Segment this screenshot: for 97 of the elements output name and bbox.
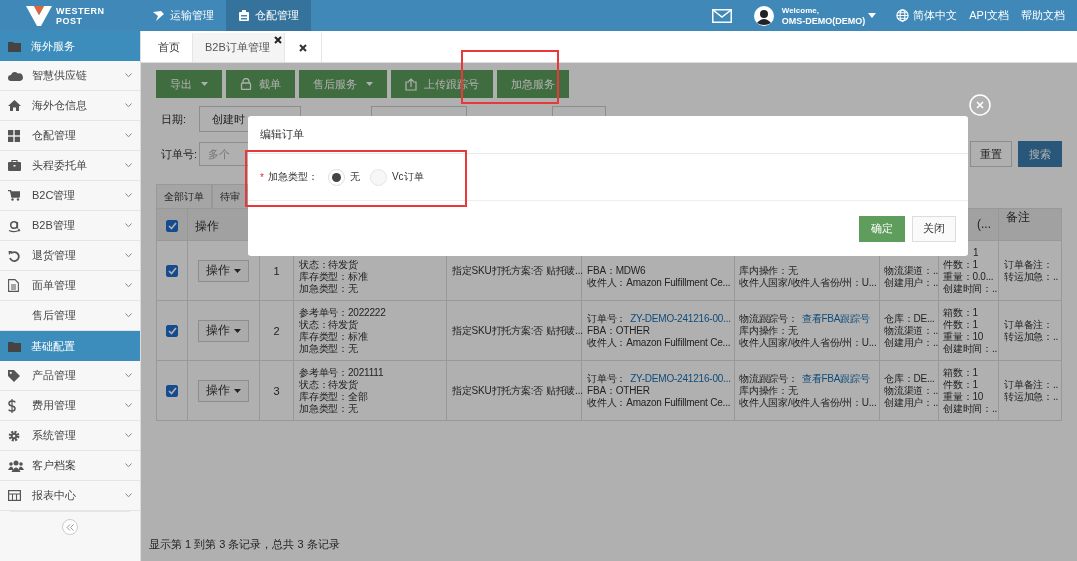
cell-label: 订单号：: [587, 373, 627, 384]
cell-text: 收件人国家/收件人省份/州：U...: [739, 337, 877, 348]
sidebar-item-label: 面单管理: [32, 278, 77, 293]
sidebar-item-label: 系统管理: [32, 428, 77, 443]
cell-text: 创建用户：..: [884, 277, 939, 288]
cell-label: 重量：: [943, 271, 973, 282]
sidebar-item-label: 报表中心: [32, 488, 77, 503]
cell-value: 0.0...: [972, 271, 994, 282]
logo-text: WESTERN: [56, 5, 105, 16]
sidebar-item-label: 售后管理: [32, 308, 77, 323]
cell-text: 库存类型：标准: [299, 331, 368, 342]
row-number: 1: [273, 264, 280, 277]
cell-value: ..: [992, 283, 998, 294]
cell-text: 收件人：Amazon Fulfillment Ce...: [587, 397, 731, 408]
sidebar-item-label: 智慧供应链: [32, 68, 88, 83]
cell-label: 件数：: [943, 319, 973, 330]
cell-text: FBA：OTHER: [587, 325, 650, 336]
sidebar-item-label: 头程委托单: [32, 158, 88, 173]
cell-label: 创建时间：: [943, 283, 992, 294]
cell-text: 创建用户：..: [884, 337, 939, 348]
cell-text: 物流渠道：..: [884, 265, 939, 276]
welcome-text: Welcome,: [781, 5, 820, 16]
cell-text: 加急类型：无: [299, 403, 358, 414]
cell-text: 库内操作：无: [739, 265, 798, 276]
cell-value: 10: [972, 391, 984, 402]
sidebar-item-label: B2B管理: [32, 218, 76, 233]
cell-text: 仓库：DE...: [884, 373, 935, 384]
cell-text: 加急类型：无: [299, 343, 358, 354]
cell-text: 指定SKU打托方案:否 贴托唛...: [452, 265, 583, 276]
cell-label: 创建时间：: [943, 343, 992, 354]
cell-label: 箱数：: [943, 367, 973, 378]
cell-text: 收件人国家/收件人省份/州：U...: [739, 397, 877, 408]
required-mark: *: [260, 171, 264, 183]
cell-label: 箱数：: [943, 307, 973, 318]
cell-value: 1: [972, 319, 978, 330]
cell-text: 转运加急：..: [1004, 331, 1059, 342]
cell-text: 库存类型：标准: [299, 271, 368, 282]
cell-text: 参考单号：2021111: [299, 367, 384, 378]
sidebar-item-label: B2C管理: [32, 188, 77, 203]
cell-text: 参考单号：2022222: [299, 307, 386, 318]
cell-text: 订单备注：..: [1004, 379, 1059, 390]
cell-text: 指定SKU打托方案:否 贴托唛...: [452, 325, 583, 336]
cell-text: 订单备注：: [1004, 319, 1053, 330]
date-label: 日期:: [160, 111, 188, 127]
cell-value: 1: [972, 367, 978, 378]
cell-text: 创建用户：..: [884, 397, 939, 408]
cell-value: 1: [973, 247, 979, 258]
column-header: 备注: [1006, 209, 1030, 226]
cell-text: 转运加急：..: [1004, 391, 1059, 402]
cell-value: ..: [992, 343, 998, 354]
order-number-label: 订单号:: [160, 146, 199, 162]
column-header: (...: [977, 216, 991, 231]
cell-label: 物流跟踪号：: [739, 373, 798, 384]
cell-label: 件数：: [943, 259, 973, 270]
sidebar-item-label: 仓配管理: [32, 128, 77, 143]
sidebar-item-label: 海外仓信息: [32, 98, 88, 113]
cell-value: 10: [972, 331, 984, 342]
sidebar-item-label: 退货管理: [32, 248, 77, 263]
logo-text: POST: [56, 15, 84, 26]
cell-value: 1: [972, 307, 978, 318]
cell-text: 物流渠道：..: [884, 385, 939, 396]
cell-label: 重量：: [943, 331, 973, 342]
cell-text: 状态：待发货: [299, 379, 358, 390]
cell-value: ..: [992, 403, 998, 414]
cell-text: 仓库：DE...: [884, 313, 935, 324]
cell-text: 收件人：Amazon Fulfillment Ce...: [587, 337, 731, 348]
cell-label: 重量：: [943, 391, 973, 402]
cell-text: 转运加急：..: [1004, 271, 1059, 282]
row-number: 2: [273, 324, 280, 337]
cell-text: 状态：待发货: [299, 259, 358, 270]
sidebar-item-label: 费用管理: [32, 398, 77, 413]
cell-label: 创建时间：: [943, 403, 992, 414]
cell-text: 收件人国家/收件人省份/州：U...: [739, 277, 877, 288]
cell-text: 库内操作：无: [739, 325, 798, 336]
cell-text: FBA：MDW6: [587, 265, 646, 276]
cell-text: 指定SKU打托方案:否 贴托唛...: [452, 385, 583, 396]
cell-text: 收件人：Amazon Fulfillment Ce...: [587, 277, 731, 288]
sidebar-group-title: 海外服务: [31, 38, 75, 54]
cell-label: 物流跟踪号：: [739, 313, 798, 324]
cell-text: 库内操作：无: [739, 385, 798, 396]
cell-label: 订单号：: [587, 313, 627, 324]
cell-label: 件数：: [943, 379, 973, 390]
cell-text: 库存类型：全部: [299, 391, 368, 402]
row-number: 3: [273, 384, 280, 397]
cell-text: 物流渠道：..: [884, 325, 939, 336]
sidebar-item-label: 客户档案: [32, 458, 77, 473]
cell-text: 加急类型：无: [299, 283, 358, 294]
cell-text: 订单备注：: [1004, 259, 1053, 270]
cell-value: 1: [972, 379, 978, 390]
sidebar-item-label: 产品管理: [32, 368, 77, 383]
field-label: 加急类型：: [267, 170, 318, 184]
pagination-info: 显示第 1 到第 3 条记录，总共 3 条记录: [149, 537, 340, 552]
cell-text: FBA：OTHER: [587, 385, 650, 396]
cell-value: 1: [972, 259, 978, 270]
column-header: 操作: [195, 217, 219, 235]
cell-text: 状态：待发货: [299, 319, 358, 330]
sidebar-group-title: 基础配置: [31, 338, 75, 354]
